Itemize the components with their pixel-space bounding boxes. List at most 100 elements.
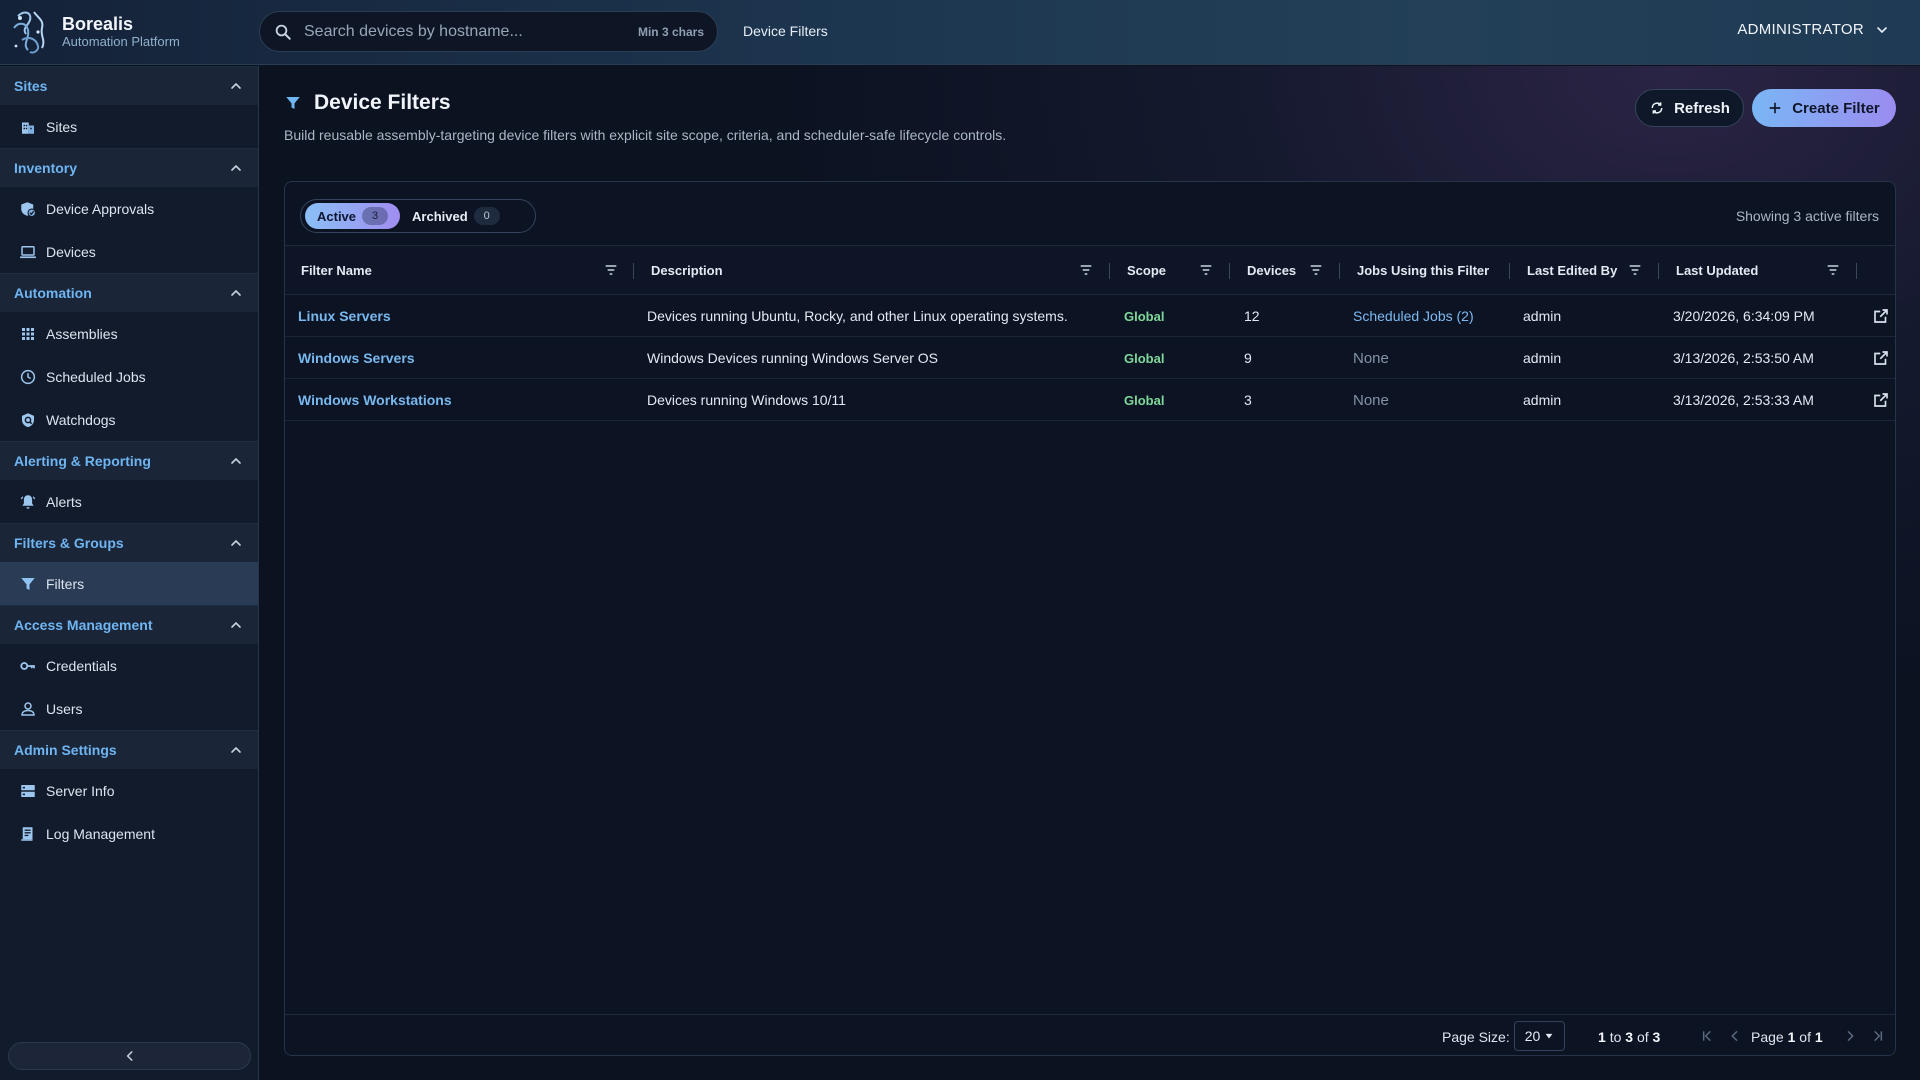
column-header-last-updated[interactable]: Last Updated [1676,246,1758,295]
chevron-up-icon [231,289,241,296]
sidebar-section-label: Filters & Groups [14,535,124,551]
brand[interactable]: Borealis Automation Platform [0,0,258,64]
sidebar-item-watchdogs[interactable]: Watchdogs [0,398,258,441]
sidebar-collapse-button[interactable] [8,1042,251,1070]
sidebar-item-label: Sites [46,118,78,135]
first-page-icon[interactable] [1699,1028,1715,1044]
search-box[interactable]: Min 3 chars [259,11,718,52]
column-filter-icon[interactable] [1308,262,1324,278]
sidebar-item-alerts[interactable]: Alerts [0,480,258,523]
filter-icon [286,97,300,109]
jobs-link[interactable]: Scheduled Jobs (2) [1353,295,1474,337]
refresh-button[interactable]: Refresh [1635,89,1744,127]
top-bar: Borealis Automation Platform Min 3 chars… [0,0,1920,65]
column-header-last-edited-by[interactable]: Last Edited By [1527,246,1617,295]
device-count: 3 [1244,392,1252,408]
tab-active[interactable]: Active 3 [305,203,401,229]
user-menu[interactable]: ADMINISTRATOR [1737,21,1890,38]
sidebar-item-label: Device Approvals [46,200,155,217]
sidebar-item-scheduled-jobs[interactable]: Scheduled Jobs [0,355,258,398]
column-header-label: Devices [1247,263,1297,278]
table-row[interactable]: Windows Workstations Devices running Win… [285,379,1895,421]
page-size-select[interactable]: 20 [1514,1021,1565,1051]
sidebar-item-filters[interactable]: Filters [0,562,258,605]
tab-count: 3 [362,207,389,225]
pagination-bar: Page Size: 20 1 to 3 of 3 Page 1 of 1 [285,1014,1895,1055]
shield-check-icon [21,201,37,217]
range-to: 3 [1625,1029,1634,1045]
filter-description: Windows Devices running Windows Server O… [647,350,938,366]
sidebar-section-admin-settings[interactable]: Admin Settings [0,730,258,769]
open-external-icon[interactable] [1872,307,1890,325]
scope-badge: Global [1124,350,1165,366]
column-header-label: Description [651,263,723,278]
sidebar-item-assemblies[interactable]: Assemblies [0,312,258,355]
sidebar-item-users[interactable]: Users [0,687,258,730]
search-input[interactable] [304,22,638,41]
last-edited-by: admin [1523,350,1562,366]
table-header: Filter Name Description Scope Devices Jo… [285,245,1895,295]
chevron-down-icon [1877,26,1887,33]
column-separator[interactable] [1509,263,1510,279]
open-external-icon[interactable] [1872,391,1890,409]
create-filter-button[interactable]: Create Filter [1752,89,1896,127]
page-size-label: Page Size: [1442,1029,1510,1045]
page-title: Device Filters [314,91,451,114]
column-header-devices[interactable]: Devices [1247,246,1296,295]
sidebar-section-inventory[interactable]: Inventory [0,148,258,187]
table-row[interactable]: Windows Servers Windows Devices running … [285,337,1895,379]
column-filter-icon[interactable] [1198,262,1214,278]
column-separator[interactable] [1339,263,1340,279]
key-icon [20,661,35,670]
app-name: Borealis [62,14,134,34]
column-separator[interactable] [1658,263,1659,279]
sidebar-section-label: Automation [14,285,92,301]
column-filter-icon[interactable] [1078,262,1094,278]
sidebar-item-server-info[interactable]: Server Info [0,769,258,812]
filter-name-link[interactable]: Linux Servers [298,295,391,337]
column-header-description[interactable]: Description [651,246,723,295]
next-page-icon[interactable] [1842,1028,1858,1044]
column-filter-icon[interactable] [603,262,619,278]
table-row[interactable]: Linux Servers Devices running Ubuntu, Ro… [285,295,1895,337]
app-subtitle: Automation Platform [62,34,180,49]
sidebar-section-filters-groups[interactable]: Filters & Groups [0,523,258,562]
last-updated: 3/13/2026, 2:53:33 AM [1673,392,1814,408]
sidebar-section-label: Sites [14,78,48,94]
sidebar-item-devices[interactable]: Devices [0,230,258,273]
building-icon [22,122,34,134]
column-header-label: Scope [1127,263,1167,278]
column-separator[interactable] [1856,263,1857,279]
sidebar-item-credentials[interactable]: Credentials [0,644,258,687]
column-separator[interactable] [633,263,634,279]
sidebar-item-label: Log Management [46,825,155,842]
column-filter-icon[interactable] [1627,262,1643,278]
sidebar-section-access-management[interactable]: Access Management [0,605,258,644]
column-separator[interactable] [1109,263,1110,279]
jobs-none: None [1353,391,1389,409]
column-header-jobs[interactable]: Jobs Using this Filter [1357,246,1489,295]
last-page-icon[interactable] [1870,1028,1886,1044]
column-filter-icon[interactable] [1825,262,1841,278]
scope-badge: Global [1124,308,1165,324]
page-of-word: of [1799,1029,1811,1045]
sidebar-item-sites[interactable]: Sites [0,105,258,148]
user-label: ADMINISTRATOR [1737,21,1864,38]
column-separator[interactable] [1229,263,1230,279]
breadcrumb[interactable]: Device Filters [743,23,828,39]
chevron-left-icon [126,1051,133,1061]
column-header-scope[interactable]: Scope [1127,246,1166,295]
previous-page-icon[interactable] [1727,1028,1743,1044]
sidebar-section-automation[interactable]: Automation [0,273,258,312]
sidebar-item-device-approvals[interactable]: Device Approvals [0,187,258,230]
sidebar-item-log-management[interactable]: Log Management [0,812,258,855]
tab-archived[interactable]: Archived 0 [400,203,512,229]
open-external-icon[interactable] [1872,349,1890,367]
page-total: 1 [1814,1029,1823,1045]
filter-name-link[interactable]: Windows Servers [298,337,415,379]
sidebar-item-label: Server Info [46,782,115,799]
sidebar-section-alerting[interactable]: Alerting & Reporting [0,441,258,480]
sidebar-section-sites[interactable]: Sites [0,66,258,105]
filter-name-link[interactable]: Windows Workstations [298,379,452,421]
column-header-filter-name[interactable]: Filter Name [301,246,372,295]
